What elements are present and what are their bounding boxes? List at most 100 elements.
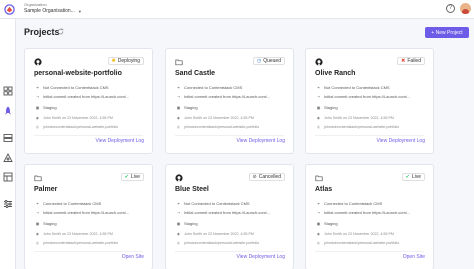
error-icon: ✖ (401, 58, 406, 64)
commit-row: ⊸ Initial commit created from https://Lau… (35, 210, 149, 215)
layout-icon[interactable] (3, 172, 13, 182)
github-icon (315, 58, 323, 66)
status-badge: ⊘ Cancelled (248, 173, 285, 181)
environment-icon: ▣ (35, 221, 40, 226)
repo-text: johndoecontentstack/personal-website-por… (324, 241, 400, 245)
card-divider (34, 135, 143, 136)
author-text: John Smith on 23 November 2022, 4:55 PM (43, 232, 113, 236)
avatar[interactable] (460, 3, 471, 14)
queue-icon: ◷ (256, 58, 262, 64)
project-card[interactable]: ✔ Live Palmer ⚭ Connected to Contentstack CM… (24, 164, 153, 269)
check-icon: ✔ (405, 174, 410, 180)
project-title[interactable]: Atlas (315, 186, 332, 193)
chevron-down-icon: ▼ (77, 8, 82, 14)
author-text: John Smith on 23 November 2022, 4:55 PM (324, 232, 394, 236)
commit-row: ⊸ Initial commit created from https://Lau… (316, 94, 430, 99)
status-label: Queued (263, 58, 281, 64)
environment-text: Staging (324, 105, 338, 110)
cms-status-row: ⚭ Connected to Contentstack CMS (176, 85, 290, 90)
user-icon: ◉ (35, 232, 40, 236)
commit-row: ⊸ Initial commit created from https://Lau… (316, 210, 430, 215)
card-action-link[interactable]: Open Site (403, 254, 425, 260)
repo-icon: ◎ (316, 241, 321, 245)
environment-text: Staging (43, 221, 57, 226)
commit-text: Initial commit created from https://Laun… (324, 210, 411, 215)
organization-label: Organization (24, 2, 47, 7)
project-card[interactable]: ✺ Deploying personal-website-portfolio ⚭ Not… (24, 48, 153, 154)
top-bar: Organization Sample Organisation... ▼ ? (0, 0, 474, 19)
project-title[interactable]: Olive Ranch (315, 70, 355, 77)
project-title[interactable]: Sand Castle (175, 70, 215, 77)
app-logo-icon[interactable] (4, 4, 15, 15)
cms-status-row: ⚭ Connected to Contentstack CMS (35, 201, 149, 206)
settings-sliders-icon[interactable] (3, 199, 13, 209)
repo-text: johndoecontentstack/personal-website-por… (43, 241, 119, 245)
github-icon (34, 58, 42, 66)
status-label: Live (411, 174, 421, 180)
organization-value: Sample Organisation... (24, 8, 75, 14)
environment-row: ▣ Staging (316, 221, 430, 226)
cms-status-text: Not Connected to Contentstack CMS (184, 201, 250, 206)
status-label: Failed (407, 58, 421, 64)
card-action-link[interactable]: View Deployment Log (95, 138, 144, 144)
project-title[interactable]: Palmer (34, 186, 57, 193)
sidebar (0, 19, 16, 269)
user-icon: ◉ (35, 116, 40, 120)
link-icon: ⚭ (176, 201, 181, 206)
commit-icon: ⊸ (316, 210, 321, 215)
card-action-link[interactable]: View Deployment Log (236, 254, 285, 260)
github-icon (175, 174, 183, 182)
card-action-link[interactable]: View Deployment Log (236, 138, 285, 144)
commit-icon: ⊸ (35, 94, 40, 99)
cms-status-text: Not Connected to Contentstack CMS (43, 85, 109, 90)
user-icon: ◉ (316, 232, 321, 236)
repo-row: ◎ johndoecontentstack/personal-website-po… (176, 125, 290, 129)
repo-row: ◎ johndoecontentstack/personal-website-po… (35, 241, 149, 245)
cms-status-row: ⚭ Not Connected to Contentstack CMS (35, 85, 149, 90)
project-card[interactable]: ✖ Failed Olive Ranch ⚭ Not Connected to Cont… (305, 48, 434, 154)
author-text: John Smith on 23 November 2022, 4:55 PM (184, 116, 254, 120)
help-icon[interactable]: ? (446, 4, 455, 13)
rocket-icon[interactable] (3, 106, 13, 116)
organization-select[interactable]: Sample Organisation... ▼ (24, 8, 82, 14)
card-divider (34, 251, 143, 252)
cms-status-row: ⚭ Connected to Contentstack CMS (316, 201, 430, 206)
cms-status-text: Connected to Contentstack CMS (184, 85, 243, 90)
folder-icon (315, 175, 323, 182)
new-project-button[interactable]: + New Project (425, 27, 469, 38)
project-card[interactable]: ⊘ Cancelled Blue Steel ⚭ Not Connected to Co… (165, 164, 294, 269)
cancel-icon: ⊘ (252, 174, 257, 180)
commit-text: Initial commit created from https://Laun… (184, 210, 271, 215)
card-action-link[interactable]: Open Site (122, 254, 144, 260)
repo-text: johndoecontentstack/personal-website-por… (184, 241, 260, 245)
environment-row: ▣ Staging (176, 105, 290, 110)
environment-icon: ▣ (176, 221, 181, 226)
project-title[interactable]: personal-website-portfolio (34, 70, 122, 77)
grid-icon[interactable] (3, 86, 13, 96)
refresh-icon[interactable] (57, 28, 64, 35)
project-card[interactable]: ◷ Queued Sand Castle ⚭ Connected to Contents… (165, 48, 294, 154)
environment-row: ▣ Staging (35, 221, 149, 226)
commit-text: Initial commit created from https://Laun… (324, 94, 411, 99)
repo-icon: ◎ (316, 125, 321, 129)
status-badge: ◷ Queued (252, 57, 285, 65)
storage-icon[interactable] (3, 133, 13, 143)
link-icon: ⚭ (316, 201, 321, 206)
user-icon: ◉ (316, 116, 321, 120)
commit-text: Initial commit created from https://Laun… (43, 210, 130, 215)
loader-icon: ✺ (111, 58, 116, 64)
commit-text: Initial commit created from https://Laun… (43, 94, 130, 99)
status-label: Cancelled (258, 174, 281, 180)
project-card[interactable]: ✔ Live Atlas ⚭ Connected to Contentstack CMS… (305, 164, 434, 269)
environment-icon: ▣ (316, 105, 321, 110)
repo-row: ◎ johndoecontentstack/personal-website-po… (35, 125, 149, 129)
card-action-link[interactable]: View Deployment Log (376, 138, 425, 144)
status-badge: ✔ Live (120, 173, 144, 181)
repo-text: johndoecontentstack/personal-website-por… (184, 125, 260, 129)
triangle-icon[interactable] (3, 153, 13, 163)
status-label: Deploying (117, 58, 140, 64)
cms-status-row: ⚭ Not Connected to Contentstack CMS (176, 201, 290, 206)
environment-text: Staging (43, 105, 57, 110)
project-title[interactable]: Blue Steel (175, 186, 209, 193)
commit-icon: ⊸ (35, 210, 40, 215)
